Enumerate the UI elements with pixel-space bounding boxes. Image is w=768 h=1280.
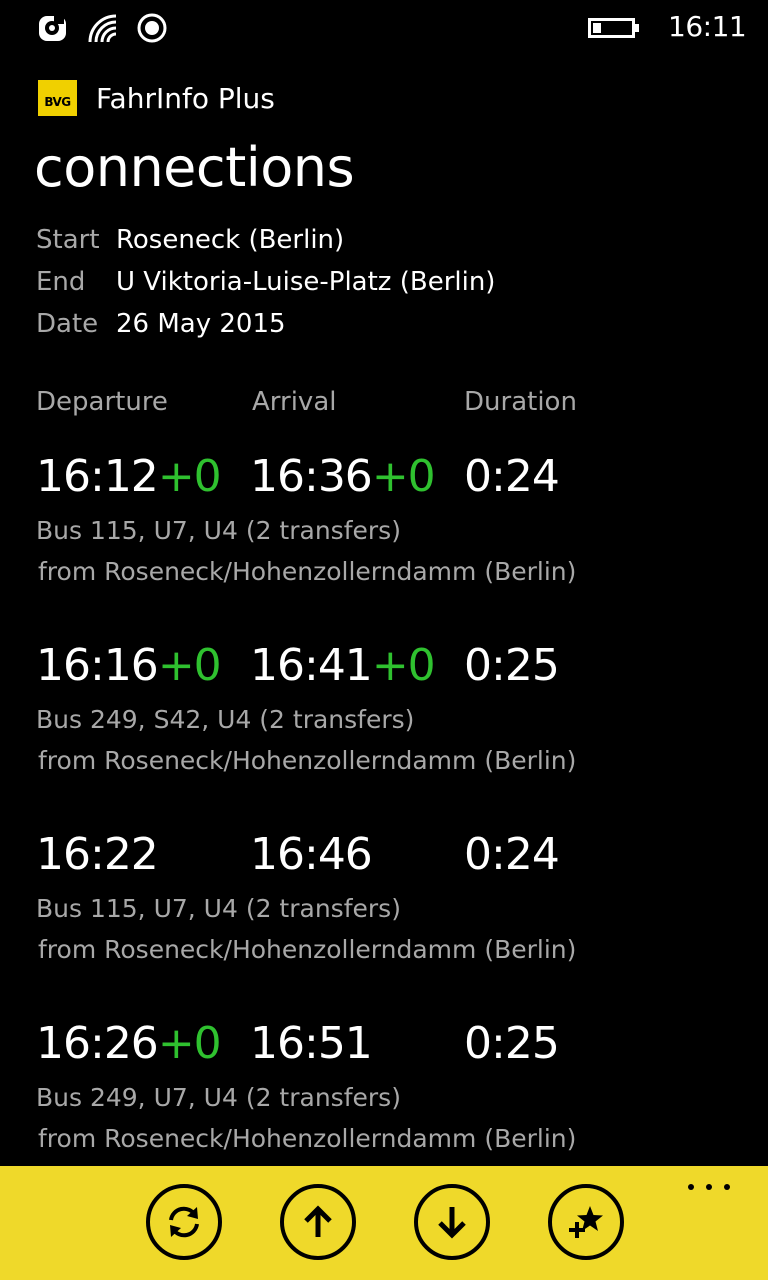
connection-lines: Bus 249, U7, U4 (2 transfers) bbox=[36, 1083, 401, 1112]
end-value: U Viktoria-Luise-Platz (Berlin) bbox=[116, 267, 496, 297]
more-options-button[interactable] bbox=[684, 1176, 734, 1196]
app-logo: BVG bbox=[38, 80, 77, 116]
more-dot-icon bbox=[724, 1184, 730, 1190]
status-clock: 16:11 bbox=[668, 10, 747, 43]
departure-time: 16:22 bbox=[36, 829, 159, 880]
duration: 0:25 bbox=[464, 1018, 560, 1069]
connection-lines: Bus 115, U7, U4 (2 transfers) bbox=[36, 894, 401, 923]
duration: 0:24 bbox=[464, 451, 560, 502]
add-favorite-icon bbox=[569, 1206, 603, 1238]
refresh-button[interactable] bbox=[146, 1184, 222, 1260]
arrival-time: 16:36+0 bbox=[250, 451, 436, 502]
trip-info: Start Roseneck (Berlin) End U Viktoria-L… bbox=[36, 220, 676, 346]
arrival-time: 16:41+0 bbox=[250, 640, 436, 691]
arrival-time: 16:51 bbox=[250, 1018, 373, 1069]
refresh-icon bbox=[169, 1206, 199, 1238]
start-label: Start bbox=[36, 225, 100, 255]
connection-item[interactable]: 16:12+0 16:36+0 0:24 Bus 115, U7, U4 (2 … bbox=[36, 445, 736, 634]
end-label: End bbox=[36, 267, 86, 297]
connection-lines: Bus 115, U7, U4 (2 transfers) bbox=[36, 516, 401, 545]
date-row: Date 26 May 2015 bbox=[36, 304, 676, 346]
end-row: End U Viktoria-Luise-Platz (Berlin) bbox=[36, 262, 676, 304]
departure-time: 16:12+0 bbox=[36, 451, 222, 502]
arrow-down-icon bbox=[438, 1207, 466, 1239]
departure-header: Departure bbox=[36, 387, 168, 417]
arrow-up-icon bbox=[304, 1205, 332, 1237]
start-value: Roseneck (Berlin) bbox=[116, 225, 345, 255]
departure-delay: +0 bbox=[157, 640, 222, 691]
more-dot-icon bbox=[688, 1184, 694, 1190]
nfc-icon bbox=[36, 12, 70, 44]
earlier-button[interactable] bbox=[280, 1184, 356, 1260]
column-headers: Departure Arrival Duration bbox=[36, 382, 736, 422]
arrival-header: Arrival bbox=[252, 387, 337, 417]
app-bar bbox=[0, 1166, 768, 1280]
more-dot-icon bbox=[706, 1184, 712, 1190]
date-label: Date bbox=[36, 309, 99, 339]
departure-delay: +0 bbox=[157, 1018, 222, 1069]
page-title: connections bbox=[34, 136, 355, 199]
arrival-time: 16:46 bbox=[250, 829, 373, 880]
arrival-delay: +0 bbox=[371, 451, 436, 502]
connection-from: from Roseneck/Hohenzollerndamm (Berlin) bbox=[38, 557, 577, 586]
departure-time: 16:16+0 bbox=[36, 640, 222, 691]
connection-from: from Roseneck/Hohenzollerndamm (Berlin) bbox=[38, 935, 577, 964]
wifi-icon bbox=[86, 12, 120, 44]
connection-item[interactable]: 16:22 16:46 0:24 Bus 115, U7, U4 (2 tran… bbox=[36, 823, 736, 1012]
date-value: 26 May 2015 bbox=[116, 309, 286, 339]
app-title: FahrInfo Plus bbox=[96, 82, 275, 115]
add-favorite-button[interactable] bbox=[548, 1184, 624, 1260]
status-bar: 16:11 bbox=[0, 0, 768, 56]
connection-item[interactable]: 16:16+0 16:41+0 0:25 Bus 249, S42, U4 (2… bbox=[36, 634, 736, 823]
connection-from: from Roseneck/Hohenzollerndamm (Berlin) bbox=[38, 1124, 577, 1153]
duration: 0:25 bbox=[464, 640, 560, 691]
later-button[interactable] bbox=[414, 1184, 490, 1260]
departure-delay: +0 bbox=[157, 451, 222, 502]
duration-header: Duration bbox=[464, 387, 577, 417]
connection-lines: Bus 249, S42, U4 (2 transfers) bbox=[36, 705, 415, 734]
connection-from: from Roseneck/Hohenzollerndamm (Berlin) bbox=[38, 746, 577, 775]
arrival-delay: +0 bbox=[371, 640, 436, 691]
connection-list: 16:12+0 16:36+0 0:24 Bus 115, U7, U4 (2 … bbox=[36, 445, 736, 1201]
start-row: Start Roseneck (Berlin) bbox=[36, 220, 676, 262]
battery-icon bbox=[588, 17, 640, 39]
location-icon bbox=[136, 12, 170, 44]
duration: 0:24 bbox=[464, 829, 560, 880]
departure-time: 16:26+0 bbox=[36, 1018, 222, 1069]
